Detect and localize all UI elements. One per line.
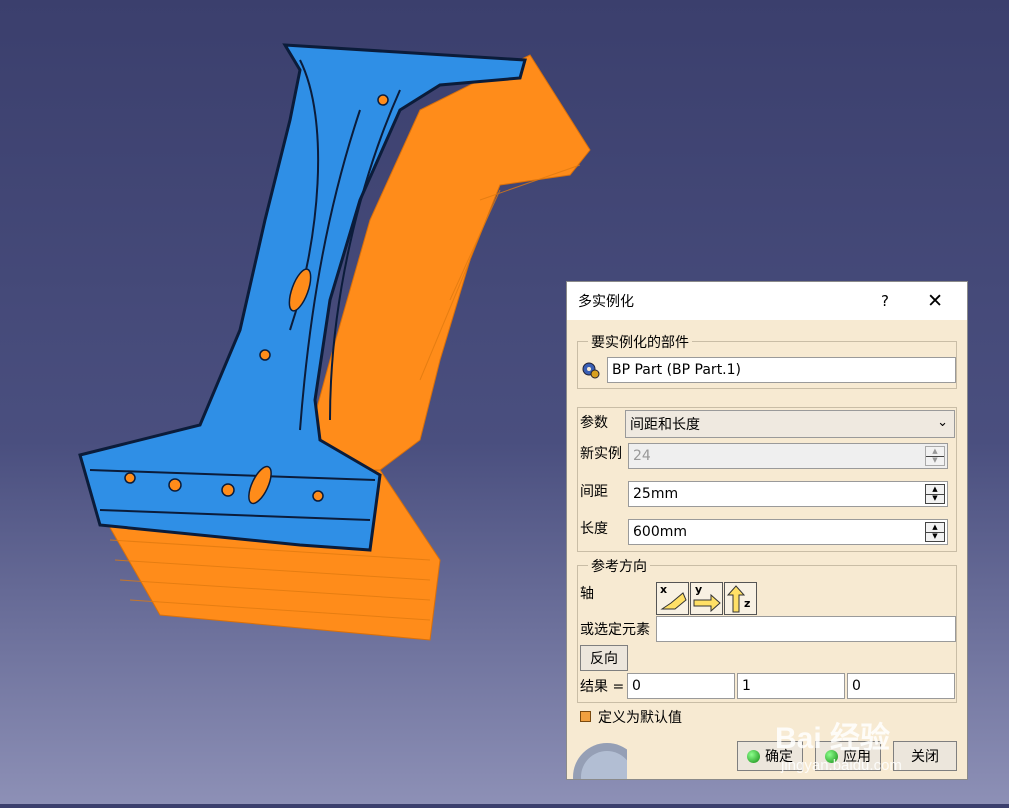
length-field[interactable]: 600mm ▲ ▼ [628, 519, 948, 545]
new-instances-value: 24 [633, 448, 651, 464]
mode-dropdown-value: 间距和长度 [630, 417, 700, 433]
y-axis-button[interactable]: y [690, 582, 723, 615]
stepper-down-icon: ▼ [926, 455, 944, 466]
close-icon[interactable]: ✕ [927, 290, 943, 312]
dialog-titlebar[interactable]: 多实例化 ? ✕ [567, 282, 967, 320]
z-axis-arrow-icon [726, 585, 746, 613]
axis-label: 轴 [580, 586, 594, 602]
multi-instantiation-dialog: 多实例化 ? ✕ 要实例化的部件 BP Part (BP Part.1) 参数 … [566, 281, 968, 780]
or-select-element-label: 或选定元素 [580, 622, 650, 638]
stepper-up-icon: ▲ [932, 446, 938, 455]
new-instances-field: 24 ▲ ▼ [628, 443, 948, 469]
length-stepper[interactable]: ▲ ▼ [925, 522, 945, 542]
default-checkbox[interactable] [580, 711, 591, 722]
globe-icon [573, 743, 627, 779]
part-field[interactable]: BP Part (BP Part.1) [607, 357, 956, 383]
mode-dropdown[interactable]: 间距和长度 ⌄ [625, 410, 955, 438]
watermark-url: jingyan.baidu.com [781, 757, 902, 774]
stepper-down-icon[interactable]: ▼ [926, 531, 944, 542]
part-gears-icon [582, 362, 600, 379]
close-button[interactable]: 关闭 [893, 741, 957, 771]
spacing-label: 间距 [580, 484, 608, 500]
watermark-brand: Bai 经验 [775, 722, 891, 755]
x-axis-button[interactable]: x [656, 582, 689, 615]
help-button[interactable]: ? [881, 292, 889, 310]
length-label: 长度 [580, 521, 608, 537]
stepper-up-icon[interactable]: ▲ [926, 485, 944, 494]
ok-dot-icon [747, 749, 760, 763]
spacing-value: 25mm [633, 486, 679, 502]
new-instances-label: 新实例 [580, 446, 622, 462]
spacing-stepper[interactable]: ▲ ▼ [925, 484, 945, 504]
result-label: 结果 = [580, 679, 625, 695]
instance-part-legend: 要实例化的部件 [588, 332, 692, 352]
result-z-field: 0 [847, 673, 955, 699]
result-x-field: 0 [627, 673, 735, 699]
or-select-element-field[interactable] [656, 616, 956, 642]
stepper-up-icon[interactable]: ▲ [926, 523, 944, 532]
y-axis-arrow-icon [693, 593, 721, 613]
reference-direction-legend: 参考方向 [588, 556, 650, 576]
dialog-title: 多实例化 [578, 294, 634, 310]
length-value: 600mm [633, 524, 687, 540]
watermark: Bai 经验 jingyan.baidu.com [775, 713, 902, 774]
default-checkbox-label: 定义为默认值 [598, 710, 682, 726]
stepper-down-icon[interactable]: ▼ [926, 493, 944, 504]
reverse-button[interactable]: 反向 [580, 645, 628, 671]
new-instances-stepper: ▲ ▼ [925, 446, 945, 466]
chevron-down-icon: ⌄ [937, 415, 948, 430]
parameters-label: 参数 [580, 415, 608, 431]
z-axis-button[interactable]: z [724, 582, 757, 615]
result-y-field: 1 [737, 673, 845, 699]
spacing-field[interactable]: 25mm ▲ ▼ [628, 481, 948, 507]
x-axis-arrow-icon [660, 592, 687, 610]
